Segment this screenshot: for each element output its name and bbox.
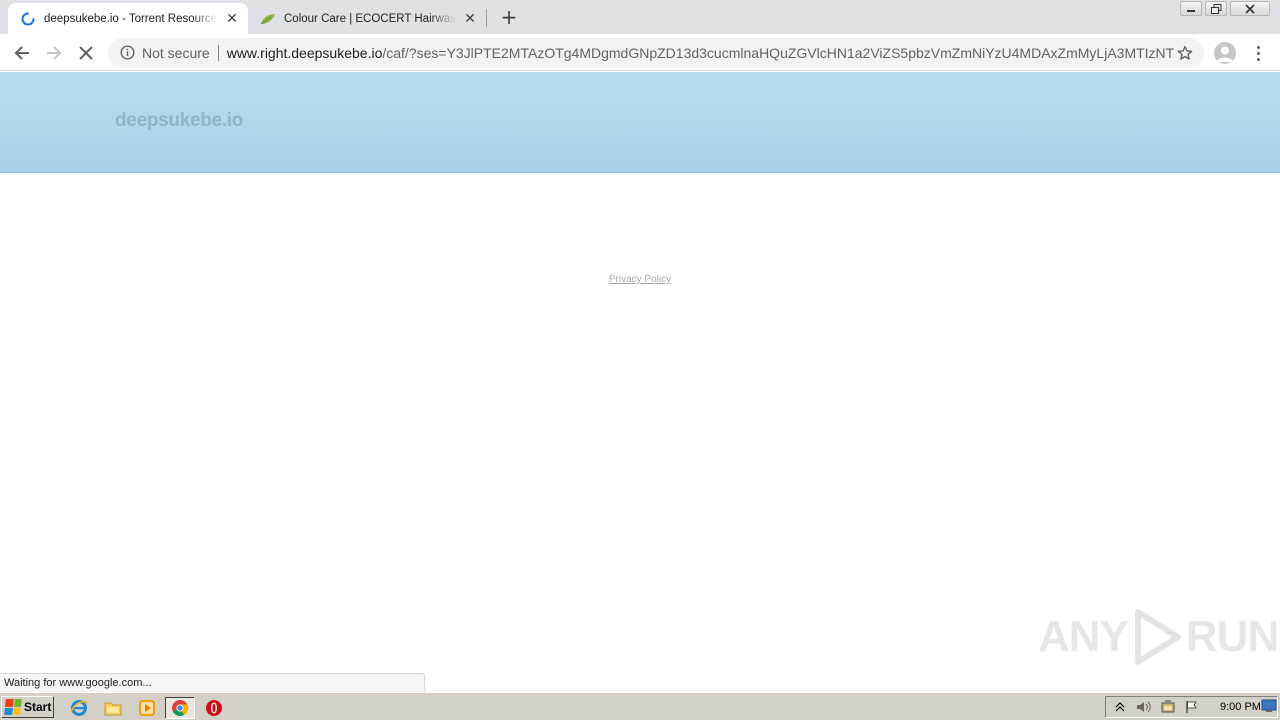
dot	[1256, 45, 1260, 49]
play-triangle-icon	[1134, 609, 1181, 665]
stop-icon	[79, 46, 93, 60]
show-hidden-icons-icon[interactable]	[1110, 697, 1130, 717]
chrome-taskbar-button[interactable]	[165, 697, 195, 719]
start-button[interactable]: Start	[1, 696, 54, 718]
anyrun-watermark: ANY RUN	[1038, 608, 1279, 666]
clock[interactable]: 9:00 PM	[1220, 701, 1261, 713]
minimize-button[interactable]	[1180, 1, 1202, 16]
windows-logo-icon	[4, 699, 22, 715]
url-host: www.right.deepsukebe.io	[226, 44, 383, 61]
privacy-policy-text[interactable]: Privacy Policy	[609, 274, 671, 285]
browser-toolbar: Not secure www.right.deepsukebe.io/caf/?…	[0, 34, 1280, 71]
tab-title: deepsukebe.io - Torrent Resources	[44, 12, 218, 25]
web-page: deepsukebe.io Privacy Policy ANY RUN Wai…	[0, 72, 1280, 692]
tab-colour-care[interactable]: Colour Care | ECOCERT Hairwash | N ✕	[248, 3, 486, 34]
tab-strip: deepsukebe.io - Torrent Resources ✕ Colo…	[0, 0, 1280, 34]
status-bubble: Waiting for www.google.com...	[0, 673, 425, 692]
privacy-policy-link[interactable]: Privacy Policy	[0, 274, 1280, 285]
site-logo[interactable]: deepsukebe.io	[115, 110, 243, 132]
media-player-icon[interactable]	[136, 697, 158, 719]
action-center-flag-icon[interactable]	[1182, 697, 1202, 717]
taskbar: Start 9:00 PM	[0, 692, 1280, 720]
dot	[1256, 57, 1260, 61]
network-icon[interactable]	[1158, 697, 1178, 717]
opera-icon[interactable]	[203, 697, 225, 719]
info-icon[interactable]	[118, 44, 136, 62]
loading-spinner-icon	[20, 11, 36, 27]
window-controls	[1180, 1, 1270, 16]
close-icon[interactable]: ✕	[224, 10, 240, 27]
system-tray: 9:00 PM	[1105, 696, 1278, 718]
tab-deepsukebe[interactable]: deepsukebe.io - Torrent Resources ✕	[8, 3, 248, 34]
tab-title: Colour Care | ECOCERT Hairwash | N	[284, 12, 456, 25]
volume-icon[interactable]	[1134, 697, 1154, 717]
watermark-text-left: ANY	[1038, 612, 1129, 661]
chrome-icon	[172, 700, 189, 717]
forward-button[interactable]	[41, 40, 67, 66]
restore-button[interactable]	[1205, 1, 1227, 16]
stop-loading-button[interactable]	[73, 40, 99, 66]
window-close-button[interactable]	[1230, 1, 1270, 16]
close-icon[interactable]: ✕	[462, 10, 478, 27]
back-arrow-icon	[14, 46, 29, 60]
leaf-favicon-icon	[260, 11, 276, 27]
site-header: deepsukebe.io	[0, 72, 1280, 173]
forward-arrow-icon	[47, 46, 62, 60]
back-button[interactable]	[9, 40, 35, 66]
internet-explorer-icon[interactable]	[68, 697, 90, 719]
watermark-text-right: RUN	[1185, 612, 1279, 661]
tab-separator	[486, 9, 487, 27]
bookmark-star-icon[interactable]	[1174, 42, 1196, 64]
profile-avatar-icon[interactable]	[1214, 42, 1236, 64]
dot	[1256, 51, 1260, 55]
show-desktop-icon[interactable]	[1260, 697, 1278, 715]
security-label: Not secure	[142, 44, 210, 61]
address-bar[interactable]: Not secure www.right.deepsukebe.io/caf/?…	[108, 38, 1204, 67]
url-path: /caf/?ses=Y3JlPTE2MTAzOTg4MDgmdGNpZD13d3…	[382, 44, 1174, 61]
folder-icon[interactable]	[102, 697, 124, 719]
url-text[interactable]: www.right.deepsukebe.io/caf/?ses=Y3JlPTE…	[227, 45, 1174, 61]
divider	[217, 44, 219, 61]
browser-menu-button[interactable]	[1250, 41, 1266, 65]
start-label: Start	[24, 700, 52, 714]
new-tab-button[interactable]: +	[498, 5, 520, 29]
